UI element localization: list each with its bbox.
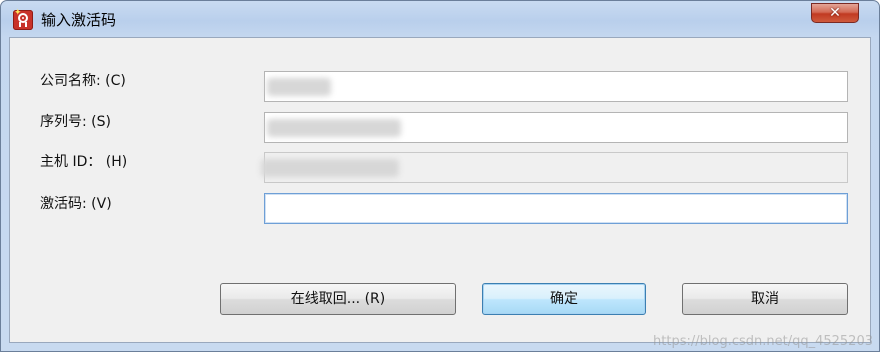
activation-code-field[interactable] [264, 193, 848, 224]
watermark: https://blog.csdn.net/qq_4525203 [653, 334, 873, 349]
activation-code-label: 激活码: (V) [40, 196, 112, 212]
redacted-value [267, 119, 401, 137]
company-name-label: 公司名称: (C) [40, 73, 126, 89]
close-button[interactable]: ✕ [811, 3, 859, 23]
cancel-button[interactable]: 取消 [682, 283, 848, 315]
host-id-label: 主机 ID： (H) [40, 154, 128, 170]
ribbon-icon [19, 22, 27, 27]
dialog-body: 公司名称: (C) 序列号: (S) 主机 ID： (H) 激活码: (V) 在… [9, 37, 871, 343]
serial-number-label: 序列号: (S) [40, 114, 111, 130]
activation-dialog: ✦ 输入激活码 ✕ 公司名称: (C) 序列号: (S) 主机 ID： (H) … [0, 0, 880, 352]
redacted-value [267, 78, 331, 96]
window-title: 输入激活码 [41, 11, 117, 29]
host-id-field [261, 152, 848, 183]
retrieve-online-button[interactable]: 在线取回... (R) [220, 283, 456, 315]
title-bar[interactable]: ✦ 输入激活码 ✕ [1, 1, 879, 37]
redacted-value [261, 159, 399, 177]
app-icon: ✦ [13, 9, 33, 30]
serial-number-field[interactable] [264, 112, 848, 143]
ok-button[interactable]: 确定 [482, 283, 646, 315]
close-icon: ✕ [829, 5, 841, 21]
company-name-field[interactable] [264, 71, 848, 102]
